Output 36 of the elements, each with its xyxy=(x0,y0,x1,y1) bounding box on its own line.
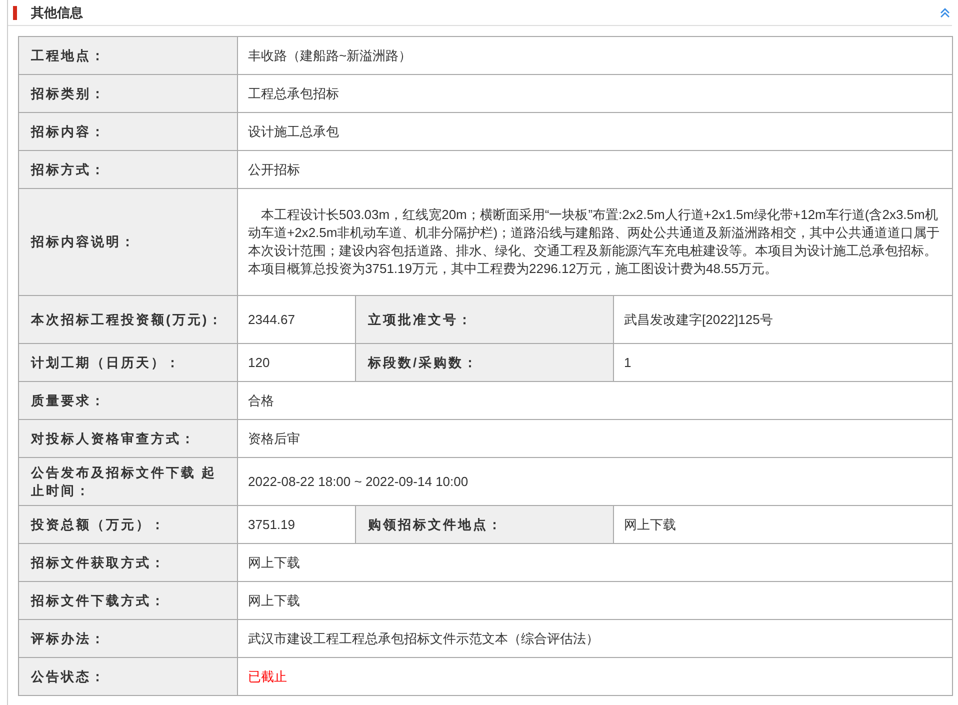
field-label: 投资总额（万元）： xyxy=(19,506,238,543)
section-title: 其他信息 xyxy=(31,4,83,22)
field-label: 招标方式： xyxy=(19,151,238,188)
field-value: 丰收路（建船路~新溢洲路） xyxy=(238,37,953,74)
field-value: 武汉市建设工程工程总承包招标文件示范文本（综合评估法） xyxy=(238,620,953,657)
field-value: 网上下载 xyxy=(238,582,953,619)
field-label: 公告状态： xyxy=(19,658,238,695)
accent-bar xyxy=(13,6,17,20)
field-value: 工程总承包招标 xyxy=(238,75,953,112)
field-label: 公告发布及招标文件下载 起止时间： xyxy=(19,458,238,505)
field-value: 公开招标 xyxy=(238,151,953,188)
field-label: 立项批准文号： xyxy=(356,296,614,343)
field-label: 招标内容说明： xyxy=(19,189,238,295)
field-value: 本工程设计长503.03m，红线宽20m；横断面采用“一块板”布置:2x2.5m人行道+2x1.5m绿化带+12m车行道(含2x3.5m机动车道+2x2.5m非机动车道、机非分隔护栏)；道路沿线与建船路、两处公共通道及新溢洲路相交，其中公共通道道口属于本次设计范围；建设内容包括道路、排水、绿化、交通工程及新能源汽车充电桩建设等。本项目为设计施工总承包招标。本项目概算总投资为3751.19万元，其中工程费为2296.12万元，施工图设计费为48.55万元。 xyxy=(238,189,953,295)
field-label: 招标文件获取方式： xyxy=(19,544,238,581)
field-value: 1 xyxy=(614,344,953,381)
field-label: 工程地点： xyxy=(19,37,238,74)
field-value: 设计施工总承包 xyxy=(238,113,953,150)
field-value: 武昌发改建字[2022]125号 xyxy=(614,296,953,343)
field-value: 网上下载 xyxy=(238,544,953,581)
field-value: 2022-08-22 18:00 ~ 2022-09-14 10:00 xyxy=(238,458,953,505)
collapse-icon[interactable] xyxy=(940,8,950,18)
field-value: 合格 xyxy=(238,382,953,419)
field-label: 购领招标文件地点： xyxy=(356,506,614,543)
field-label: 对投标人资格审查方式： xyxy=(19,420,238,457)
field-value: 资格后审 xyxy=(238,420,953,457)
field-label: 计划工期（日历天）： xyxy=(19,344,238,381)
field-label: 标段数/采购数： xyxy=(356,344,614,381)
field-value: 已截止 xyxy=(238,658,953,695)
field-label: 招标类别： xyxy=(19,75,238,112)
field-value: 网上下载 xyxy=(614,506,953,543)
field-label: 招标文件下载方式： xyxy=(19,582,238,619)
field-label: 质量要求： xyxy=(19,382,238,419)
field-label: 招标内容： xyxy=(19,113,238,150)
field-label: 本次招标工程投资额(万元)： xyxy=(19,296,238,343)
field-label: 评标办法： xyxy=(19,620,238,657)
